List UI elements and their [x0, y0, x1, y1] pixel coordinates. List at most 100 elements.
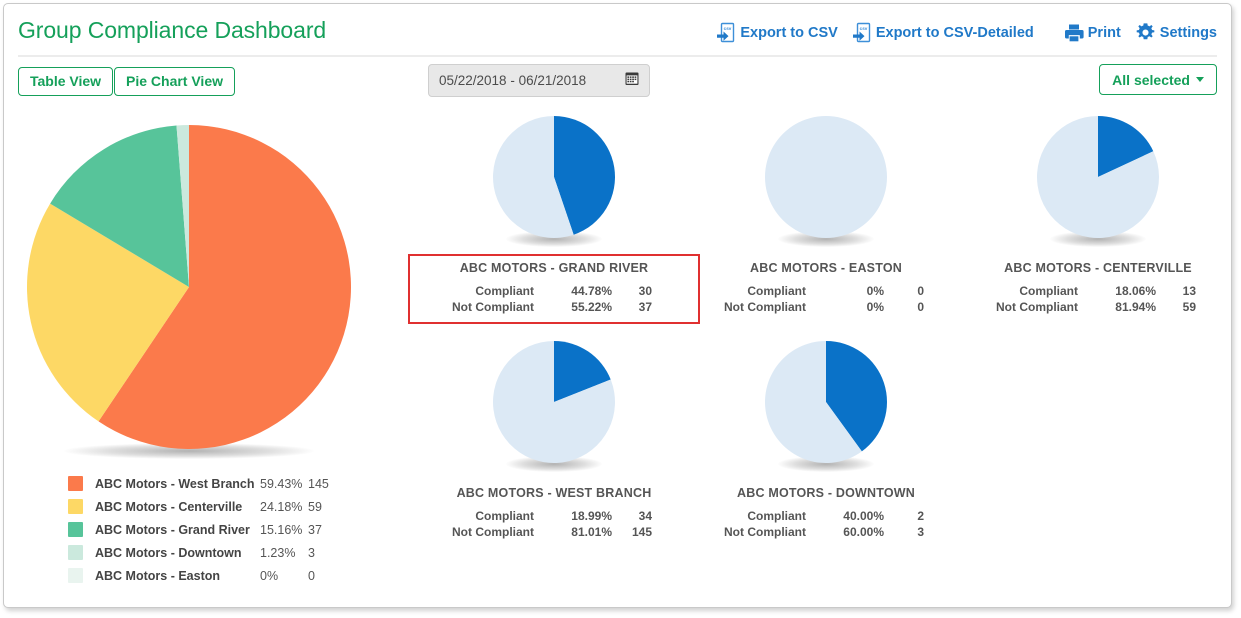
- compliant-count: 34: [638, 509, 652, 523]
- export-to-csv-button[interactable]: csv Export to CSV: [716, 22, 838, 43]
- store-pie-svg[interactable]: [491, 114, 617, 240]
- not-compliant-count: 59: [1182, 300, 1196, 314]
- store-pie-svg[interactable]: [1035, 114, 1161, 240]
- legend-swatch: [68, 545, 83, 560]
- store-pie-svg[interactable]: [763, 339, 889, 465]
- store-card-table: Compliant 18.99% 34 Not Compliant 81.01% 145: [452, 509, 656, 541]
- compliant-percent: 40.00%: [843, 509, 884, 523]
- chevron-down-icon: [1196, 77, 1204, 82]
- export-to-csv-label: Export to CSV: [740, 24, 838, 41]
- not-compliant-label: Not Compliant: [452, 525, 534, 539]
- header-actions: csv Export to CSV csv Export to CSV-Deta…: [716, 22, 1217, 43]
- export-to-csv-detailed-button[interactable]: csv Export to CSV-Detailed: [852, 22, 1034, 43]
- store-card-title: ABC MOTORS - WEST BRANCH: [456, 486, 652, 500]
- not-compliant-count: 145: [631, 525, 652, 539]
- store-pie-graphic: [491, 114, 617, 247]
- compliant-percent: 44.78%: [571, 284, 612, 298]
- store-card-info: ABC MOTORS - DOWNTOWN Compliant 40.00% 2 Not…: [680, 479, 972, 549]
- compliant-count: 13: [1182, 284, 1196, 298]
- not-compliant-percent: 81.01%: [571, 525, 612, 539]
- compliant-count: 2: [917, 509, 924, 523]
- store-pie-graphic: [763, 114, 889, 247]
- store-pie-svg[interactable]: [763, 114, 889, 240]
- not-compliant-label: Not Compliant: [724, 300, 806, 314]
- legend-item[interactable]: ABC Motors - Centerville 24.18% 59: [68, 495, 368, 518]
- settings-label: Settings: [1159, 24, 1217, 41]
- not-compliant-percent: 60.00%: [843, 525, 884, 539]
- legend-swatch: [68, 568, 83, 583]
- not-compliant-percent: 81.94%: [1115, 300, 1156, 314]
- not-compliant-count: 37: [638, 300, 652, 314]
- store-card-table: Compliant 0% 0 Not Compliant 0% 0: [724, 284, 928, 316]
- store-card-info: ABC MOTORS - GRAND RIVER Compliant 44.78% 3…: [408, 254, 700, 324]
- store-card-title: ABC MOTORS - DOWNTOWN: [736, 486, 916, 500]
- date-range-value: 05/22/2018 - 06/21/2018: [439, 73, 587, 88]
- store-pie-graphic: [763, 339, 889, 472]
- legend-label: ABC Motors - Downtown: [95, 545, 242, 560]
- compliant-label: Compliant: [747, 509, 806, 523]
- store-pie-graphic: [1035, 114, 1161, 247]
- legend-item[interactable]: ABC Motors - Downtown 1.23% 3: [68, 541, 368, 564]
- svg-text:csv: csv: [724, 26, 732, 31]
- date-range-picker[interactable]: 05/22/2018 - 06/21/2018: [428, 64, 650, 97]
- not-compliant-count: 3: [917, 525, 924, 539]
- compliant-count: 0: [917, 284, 924, 298]
- store-card[interactable]: ABC MOTORS - WEST BRANCH Compliant 18.99% 3…: [408, 339, 700, 549]
- settings-button[interactable]: Settings: [1135, 22, 1217, 43]
- legend-percent: 15.16%: [260, 522, 303, 537]
- legend-label: ABC Motors - Centerville: [95, 499, 243, 514]
- store-pie-svg[interactable]: [491, 339, 617, 465]
- store-card[interactable]: ABC MOTORS - EASTON Compliant 0% 0 Not Compl…: [680, 114, 972, 324]
- pie-chart-view-button[interactable]: Pie Chart View: [114, 67, 236, 96]
- store-card[interactable]: ABC MOTORS - CENTERVILLE Compliant 18.06% 1…: [952, 114, 1231, 324]
- table-view-button[interactable]: Table View: [18, 67, 114, 96]
- table-row: Not Compliant 60.00% 3: [724, 525, 928, 541]
- legend-percent: 24.18%: [260, 499, 303, 514]
- legend-count: 3: [308, 545, 315, 560]
- table-row: Not Compliant 0% 0: [724, 300, 928, 316]
- table-row: Not Compliant 55.22% 37: [452, 300, 656, 316]
- header-divider: [18, 55, 1217, 57]
- legend-percent: 0%: [260, 568, 279, 583]
- pie-slice-not-compliant[interactable]: [764, 116, 887, 238]
- legend-swatch: [68, 522, 83, 537]
- legend-swatch: [68, 499, 83, 514]
- compliant-label: Compliant: [475, 284, 534, 298]
- group-pie-svg[interactable]: [24, 122, 354, 452]
- compliant-percent: 0%: [866, 284, 884, 298]
- store-card-info: ABC MOTORS - WEST BRANCH Compliant 18.99% 3…: [408, 479, 700, 549]
- legend-item[interactable]: ABC Motors - Grand River 15.16% 37: [68, 518, 368, 541]
- print-label: Print: [1087, 24, 1121, 41]
- group-pie-graphic: [24, 122, 354, 459]
- all-selected-dropdown[interactable]: All selected: [1099, 64, 1217, 95]
- store-card-title: ABC MOTORS - EASTON: [750, 261, 902, 275]
- legend-item[interactable]: ABC Motors - West Branch 59.43% 145: [68, 472, 368, 495]
- store-card-table: Compliant 44.78% 30 Not Compliant 55.22% 37: [452, 284, 656, 316]
- store-card-title: ABC MOTORS - CENTERVILLE: [1004, 261, 1192, 275]
- legend-label: ABC Motors - Grand River: [95, 522, 250, 537]
- all-selected-label: All selected: [1112, 71, 1190, 88]
- csv-export-icon: csv: [716, 22, 736, 43]
- not-compliant-count: 0: [917, 300, 924, 314]
- gear-icon: [1135, 22, 1156, 43]
- compliant-percent: 18.99%: [571, 509, 612, 523]
- page-title: Group Compliance Dashboard: [18, 17, 327, 43]
- store-card[interactable]: ABC MOTORS - GRAND RIVER Compliant 44.78% 3…: [408, 114, 700, 324]
- compliant-label: Compliant: [747, 284, 806, 298]
- table-row: Compliant 44.78% 30: [452, 284, 656, 300]
- store-card[interactable]: ABC MOTORS - DOWNTOWN Compliant 40.00% 2 Not…: [680, 339, 972, 549]
- compliant-label: Compliant: [475, 509, 534, 523]
- table-row: Compliant 18.99% 34: [452, 509, 656, 525]
- store-card-info: ABC MOTORS - EASTON Compliant 0% 0 Not Compl…: [680, 254, 972, 324]
- page-header: Group Compliance Dashboard csv Export to…: [4, 4, 1231, 58]
- toolbar: Table View Pie Chart View 05/22/2018 - 0…: [4, 58, 1231, 106]
- not-compliant-label: Not Compliant: [452, 300, 534, 314]
- store-pie-graphic: [491, 339, 617, 472]
- print-button[interactable]: Print: [1064, 23, 1121, 42]
- group-pie-chart: [18, 122, 378, 459]
- legend-item[interactable]: ABC Motors - Easton 0% 0: [68, 564, 368, 587]
- dashboard-window: Group Compliance Dashboard csv Export to…: [3, 3, 1232, 608]
- compliant-label: Compliant: [1019, 284, 1078, 298]
- group-pie-legend: ABC Motors - West Branch 59.43% 145 ABC Mot…: [68, 472, 368, 587]
- compliant-percent: 18.06%: [1115, 284, 1156, 298]
